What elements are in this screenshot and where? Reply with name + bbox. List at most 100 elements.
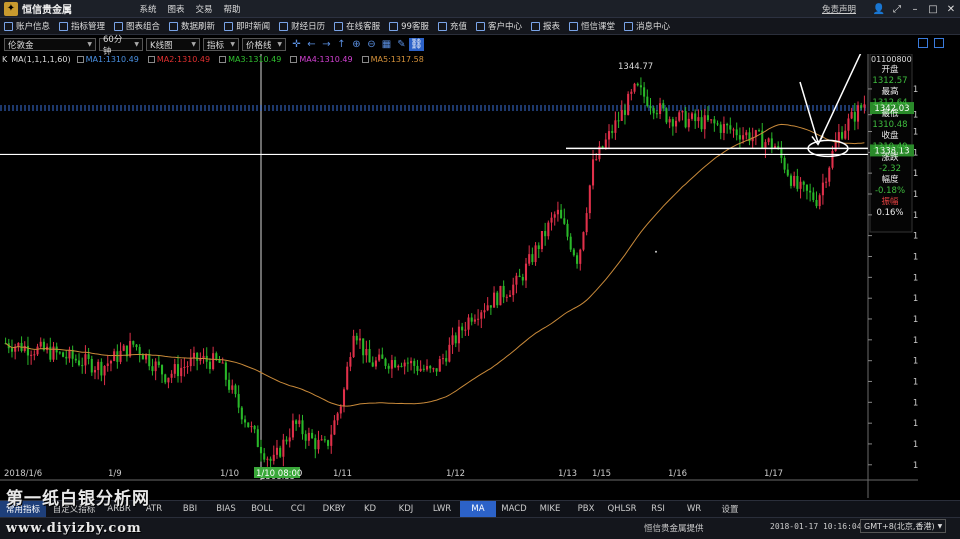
toolbar-report[interactable]: 报表 [530, 20, 560, 32]
link-icon[interactable]: ⛓ [409, 38, 424, 51]
ma5-item[interactable]: MA5:1317.58 [361, 55, 424, 64]
toolbar-account-info[interactable]: 账户信息 [4, 20, 50, 32]
zoom-out-icon[interactable]: ⊖ [364, 38, 379, 51]
symbol-select[interactable]: 伦敦金 ▼ [4, 38, 96, 51]
menu-help[interactable]: 帮助 [218, 3, 246, 15]
candle-body [247, 422, 250, 428]
app-title: 恒信贵金属 [22, 5, 72, 16]
tab-boll[interactable]: BOLL [244, 501, 280, 518]
tab-rsi[interactable]: RSI [640, 501, 676, 518]
toolbar-client-center[interactable]: 客户中心 [475, 20, 522, 32]
indicator-select[interactable]: 指标 ▼ [203, 38, 239, 51]
candle-body [659, 103, 662, 115]
disclaimer-link[interactable]: 免责声明 [822, 3, 856, 15]
panel-left-icon[interactable] [918, 38, 928, 48]
tab-bbi[interactable]: BBI [172, 501, 208, 518]
candle-body [617, 120, 620, 122]
restore-icon[interactable]: ⤢ [888, 0, 906, 18]
candle-body [215, 353, 218, 360]
maximize-icon[interactable]: □ [924, 0, 942, 18]
zoom-in-icon[interactable]: ⊕ [349, 38, 364, 51]
checkbox-icon[interactable] [147, 56, 155, 63]
tab-qhlsr[interactable]: QHLSR [604, 501, 640, 518]
toolbar-news[interactable]: 即时新闻 [224, 20, 270, 32]
tab-custom-indicators[interactable]: 自定义指标 [46, 501, 102, 518]
toolbar-data-refresh[interactable]: 数据刷新 [169, 20, 215, 32]
tab-pbx[interactable]: PBX [568, 501, 604, 518]
tab-settings[interactable]: 设置 [712, 501, 748, 518]
price-chart[interactable]: 1343.791341.421339.871337.951336.041334.… [0, 54, 918, 500]
tab-cci[interactable]: CCI [280, 501, 316, 518]
candle-body [467, 317, 470, 330]
candle-body [295, 420, 298, 424]
candle-body [703, 115, 706, 130]
tab-atr[interactable]: ATR [136, 501, 172, 518]
candle-body [259, 446, 263, 454]
grid-icon[interactable]: ▦ [379, 38, 394, 51]
toolbar-deposit[interactable]: 充值 [437, 20, 467, 32]
chart-type-select[interactable]: K线图 ▼ [146, 38, 200, 51]
tab-dkby[interactable]: DKBY [316, 501, 352, 518]
period-select[interactable]: 60分钟 ▼ [99, 35, 143, 57]
toolbar-calendar[interactable]: 财经日历 [279, 20, 325, 32]
arrow-up-icon[interactable]: ↑ [334, 38, 349, 51]
pen-icon[interactable]: ✎ [394, 38, 409, 51]
close-icon[interactable]: ✕ [942, 0, 960, 18]
menu-system[interactable]: 系统 [134, 3, 162, 15]
candle-body [710, 119, 713, 121]
checkbox-icon[interactable] [219, 56, 227, 63]
tab-ma[interactable]: MA [460, 500, 496, 518]
checkbox-icon[interactable] [290, 56, 298, 63]
ma2-item[interactable]: MA2:1310.49 [147, 55, 210, 64]
candle-body [221, 362, 224, 364]
candle-body [304, 434, 307, 441]
toolbar-chart-combo[interactable]: 图表组合 [114, 20, 160, 32]
toolbar-99-service[interactable]: 99客服 [389, 20, 429, 32]
arrow-left-icon[interactable]: ← [304, 38, 319, 51]
tab-kdj[interactable]: KDJ [388, 501, 424, 518]
menu-chart[interactable]: 图表 [162, 3, 190, 15]
x-tick-label: 1/15 [592, 469, 611, 479]
y-tick-label: 1324.53 [913, 294, 918, 304]
ma4-item[interactable]: MA4:1310.49 [290, 55, 353, 64]
chevron-down-icon: ▼ [134, 41, 139, 48]
candle-body [815, 199, 818, 207]
crosshair-icon[interactable]: ✛ [289, 38, 304, 51]
tab-kd[interactable]: KD [352, 501, 388, 518]
candle-body [212, 353, 215, 370]
tab-common-indicators[interactable]: 常用指标 [0, 500, 46, 518]
candle-body [729, 125, 732, 130]
tab-wr[interactable]: WR [676, 501, 712, 518]
menu-trade[interactable]: 交易 [190, 3, 218, 15]
timezone-select[interactable]: GMT+8(北京,香港) ▼ [860, 519, 947, 533]
chevron-down-icon: ▼ [191, 41, 196, 48]
tab-lwr[interactable]: LWR [424, 501, 460, 518]
candle-body [151, 366, 154, 372]
line-type-select[interactable]: 价格线 ▼ [242, 38, 286, 51]
toolbar-message-center[interactable]: 消息中心 [624, 20, 670, 32]
candle-body [425, 366, 429, 370]
candle-body [620, 109, 623, 121]
candle-body [93, 370, 97, 373]
ma3-item[interactable]: MA3:1310.49 [219, 55, 281, 64]
candle-body [192, 352, 195, 359]
ma1-item[interactable]: MA1:1310.49 [76, 55, 139, 64]
candle-body [196, 352, 199, 361]
user-icon[interactable]: 👤 [870, 0, 888, 18]
ma-legend: K MA(1,1,1,1,60) MA1:1310.49 MA2:1310.49… [2, 54, 433, 65]
panel-right-icon[interactable] [934, 38, 944, 48]
toolbar-indicator-manage[interactable]: 指标管理 [59, 20, 105, 32]
tab-arbr[interactable]: ARBR [102, 501, 136, 518]
toolbar-online-service[interactable]: 在线客服 [334, 20, 380, 32]
candle-body [780, 147, 783, 158]
tab-macd[interactable]: MACD [496, 501, 532, 518]
tab-mike[interactable]: MIKE [532, 501, 568, 518]
candle-body [374, 360, 377, 367]
candle-body [394, 360, 397, 368]
toolbar-classroom[interactable]: 恒信课堂 [568, 20, 615, 32]
checkbox-icon[interactable] [361, 56, 369, 63]
checkbox-icon[interactable] [76, 56, 84, 63]
arrow-right-icon[interactable]: → [319, 38, 334, 51]
tab-bias[interactable]: BIAS [208, 501, 244, 518]
minimize-icon[interactable]: – [906, 0, 924, 18]
